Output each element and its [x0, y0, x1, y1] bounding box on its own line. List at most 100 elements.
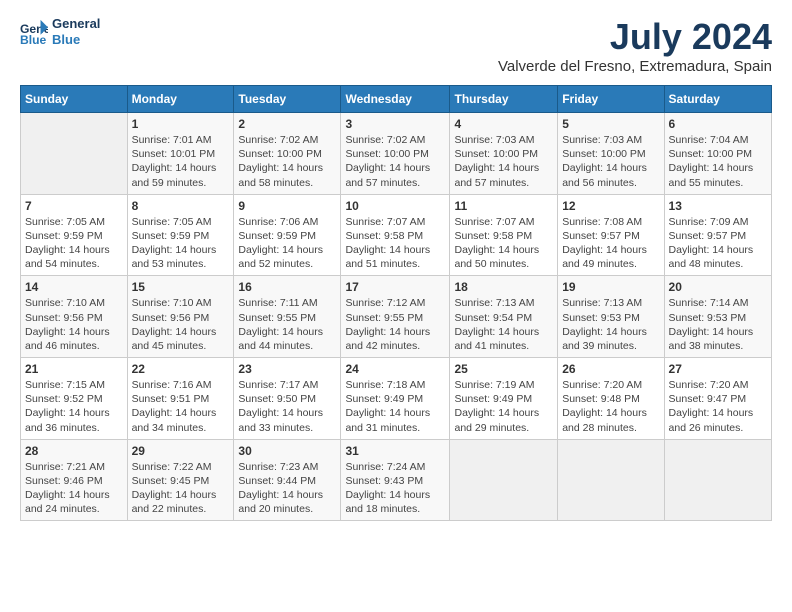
- day-info: Sunrise: 7:14 AM Sunset: 9:53 PM Dayligh…: [669, 296, 767, 353]
- calendar-cell: [450, 439, 558, 521]
- day-number: 16: [238, 280, 336, 294]
- calendar-table: SundayMondayTuesdayWednesdayThursdayFrid…: [20, 85, 772, 521]
- logo-line2: Blue: [52, 32, 100, 48]
- header-cell-tuesday: Tuesday: [234, 86, 341, 113]
- header-cell-friday: Friday: [558, 86, 664, 113]
- calendar-cell: 6Sunrise: 7:04 AM Sunset: 10:00 PM Dayli…: [664, 113, 771, 195]
- day-number: 22: [132, 362, 230, 376]
- calendar-cell: 16 Sunrise: 7:11 AM Sunset: 9:55 PM Dayli…: [234, 276, 341, 358]
- svg-text:Blue: Blue: [20, 33, 47, 46]
- day-number: 25: [454, 362, 553, 376]
- day-info: Sunrise: 7:01 AM Sunset: 10:01 PM Daylig…: [132, 133, 230, 190]
- day-info: Sunrise: 7:13 AM Sunset: 9:54 PM Dayligh…: [454, 296, 553, 353]
- day-info: Sunrise: 7:20 AM Sunset: 9:47 PM Dayligh…: [669, 378, 767, 435]
- subtitle: Valverde del Fresno, Extremadura, Spain: [498, 58, 772, 75]
- logo-line1: General: [52, 16, 100, 32]
- calendar-cell: 10 Sunrise: 7:07 AM Sunset: 9:58 PM Dayli…: [341, 194, 450, 276]
- day-number: 28: [25, 444, 123, 458]
- calendar-cell: 4 Sunrise: 7:03 AM Sunset: 10:00 PM Dayli…: [450, 113, 558, 195]
- calendar-cell: 2Sunrise: 7:02 AM Sunset: 10:00 PM Dayli…: [234, 113, 341, 195]
- week-row-3: 21 Sunrise: 7:15 AM Sunset: 9:52 PM Dayli…: [21, 358, 772, 440]
- day-number: 19: [562, 280, 659, 294]
- day-number: 8: [132, 199, 230, 213]
- day-info: Sunrise: 7:20 AM Sunset: 9:48 PM Dayligh…: [562, 378, 659, 435]
- calendar-cell: 31 Sunrise: 7:24 AM Sunset: 9:43 PM Dayli…: [341, 439, 450, 521]
- week-row-0: 1 Sunrise: 7:01 AM Sunset: 10:01 PM Dayli…: [21, 113, 772, 195]
- day-number: 4: [454, 117, 553, 131]
- calendar-cell: 3Sunrise: 7:02 AM Sunset: 10:00 PM Dayli…: [341, 113, 450, 195]
- title-block: July 2024 Valverde del Fresno, Extremadu…: [498, 16, 772, 75]
- day-number: 29: [132, 444, 230, 458]
- calendar-cell: 28 Sunrise: 7:21 AM Sunset: 9:46 PM Dayli…: [21, 439, 128, 521]
- day-info: Sunrise: 7:10 AM Sunset: 9:56 PM Dayligh…: [132, 296, 230, 353]
- header-cell-wednesday: Wednesday: [341, 86, 450, 113]
- day-number: 10: [345, 199, 445, 213]
- day-info: Sunrise: 7:11 AM Sunset: 9:55 PM Dayligh…: [238, 296, 336, 353]
- day-info: Sunrise: 7:15 AM Sunset: 9:52 PM Dayligh…: [25, 378, 123, 435]
- calendar-cell: 20 Sunrise: 7:14 AM Sunset: 9:53 PM Dayli…: [664, 276, 771, 358]
- day-number: 2: [238, 117, 336, 131]
- calendar-cell: 27Sunrise: 7:20 AM Sunset: 9:47 PM Dayli…: [664, 358, 771, 440]
- calendar-cell: 11Sunrise: 7:07 AM Sunset: 9:58 PM Dayli…: [450, 194, 558, 276]
- day-info: Sunrise: 7:08 AM Sunset: 9:57 PM Dayligh…: [562, 215, 659, 272]
- day-info: Sunrise: 7:10 AM Sunset: 9:56 PM Dayligh…: [25, 296, 123, 353]
- day-number: 3: [345, 117, 445, 131]
- calendar-cell: 15 Sunrise: 7:10 AM Sunset: 9:56 PM Dayli…: [127, 276, 234, 358]
- day-number: 30: [238, 444, 336, 458]
- header-cell-saturday: Saturday: [664, 86, 771, 113]
- week-row-1: 7Sunrise: 7:05 AM Sunset: 9:59 PM Daylig…: [21, 194, 772, 276]
- calendar-page: General Blue General Blue July 2024 Valv…: [0, 0, 792, 612]
- day-number: 11: [454, 199, 553, 213]
- day-info: Sunrise: 7:05 AM Sunset: 9:59 PM Dayligh…: [132, 215, 230, 272]
- day-info: Sunrise: 7:17 AM Sunset: 9:50 PM Dayligh…: [238, 378, 336, 435]
- day-number: 9: [238, 199, 336, 213]
- day-info: Sunrise: 7:07 AM Sunset: 9:58 PM Dayligh…: [345, 215, 445, 272]
- day-info: Sunrise: 7:06 AM Sunset: 9:59 PM Dayligh…: [238, 215, 336, 272]
- day-number: 20: [669, 280, 767, 294]
- calendar-cell: 24 Sunrise: 7:18 AM Sunset: 9:49 PM Dayli…: [341, 358, 450, 440]
- day-info: Sunrise: 7:09 AM Sunset: 9:57 PM Dayligh…: [669, 215, 767, 272]
- header-cell-monday: Monday: [127, 86, 234, 113]
- calendar-cell: 14 Sunrise: 7:10 AM Sunset: 9:56 PM Dayli…: [21, 276, 128, 358]
- day-number: 13: [669, 199, 767, 213]
- logo-icon: General Blue: [20, 18, 48, 46]
- header-cell-sunday: Sunday: [21, 86, 128, 113]
- day-number: 1: [132, 117, 230, 131]
- week-row-4: 28 Sunrise: 7:21 AM Sunset: 9:46 PM Dayli…: [21, 439, 772, 521]
- calendar-cell: 30Sunrise: 7:23 AM Sunset: 9:44 PM Dayli…: [234, 439, 341, 521]
- calendar-cell: 5 Sunrise: 7:03 AM Sunset: 10:00 PM Dayli…: [558, 113, 664, 195]
- calendar-cell: 25Sunrise: 7:19 AM Sunset: 9:49 PM Dayli…: [450, 358, 558, 440]
- calendar-cell: 23Sunrise: 7:17 AM Sunset: 9:50 PM Dayli…: [234, 358, 341, 440]
- header-row: SundayMondayTuesdayWednesdayThursdayFrid…: [21, 86, 772, 113]
- calendar-cell: [558, 439, 664, 521]
- calendar-cell: 8 Sunrise: 7:05 AM Sunset: 9:59 PM Daylig…: [127, 194, 234, 276]
- day-number: 14: [25, 280, 123, 294]
- day-info: Sunrise: 7:18 AM Sunset: 9:49 PM Dayligh…: [345, 378, 445, 435]
- calendar-cell: 29Sunrise: 7:22 AM Sunset: 9:45 PM Dayli…: [127, 439, 234, 521]
- calendar-cell: 13 Sunrise: 7:09 AM Sunset: 9:57 PM Dayli…: [664, 194, 771, 276]
- day-info: Sunrise: 7:04 AM Sunset: 10:00 PM Daylig…: [669, 133, 767, 190]
- day-number: 24: [345, 362, 445, 376]
- day-number: 21: [25, 362, 123, 376]
- calendar-cell: 22Sunrise: 7:16 AM Sunset: 9:51 PM Dayli…: [127, 358, 234, 440]
- day-info: Sunrise: 7:03 AM Sunset: 10:00 PM Daylig…: [562, 133, 659, 190]
- day-number: 26: [562, 362, 659, 376]
- day-info: Sunrise: 7:12 AM Sunset: 9:55 PM Dayligh…: [345, 296, 445, 353]
- calendar-cell: 26 Sunrise: 7:20 AM Sunset: 9:48 PM Dayli…: [558, 358, 664, 440]
- day-number: 31: [345, 444, 445, 458]
- calendar-cell: 9 Sunrise: 7:06 AM Sunset: 9:59 PM Daylig…: [234, 194, 341, 276]
- day-number: 15: [132, 280, 230, 294]
- day-info: Sunrise: 7:21 AM Sunset: 9:46 PM Dayligh…: [25, 460, 123, 517]
- header: General Blue General Blue July 2024 Valv…: [20, 16, 772, 75]
- day-info: Sunrise: 7:24 AM Sunset: 9:43 PM Dayligh…: [345, 460, 445, 517]
- calendar-cell: [21, 113, 128, 195]
- day-number: 12: [562, 199, 659, 213]
- day-info: Sunrise: 7:03 AM Sunset: 10:00 PM Daylig…: [454, 133, 553, 190]
- calendar-cell: 17Sunrise: 7:12 AM Sunset: 9:55 PM Dayli…: [341, 276, 450, 358]
- calendar-cell: 19 Sunrise: 7:13 AM Sunset: 9:53 PM Dayli…: [558, 276, 664, 358]
- day-number: 5: [562, 117, 659, 131]
- logo: General Blue General Blue: [20, 16, 100, 47]
- calendar-cell: 12 Sunrise: 7:08 AM Sunset: 9:57 PM Dayli…: [558, 194, 664, 276]
- day-info: Sunrise: 7:13 AM Sunset: 9:53 PM Dayligh…: [562, 296, 659, 353]
- day-number: 18: [454, 280, 553, 294]
